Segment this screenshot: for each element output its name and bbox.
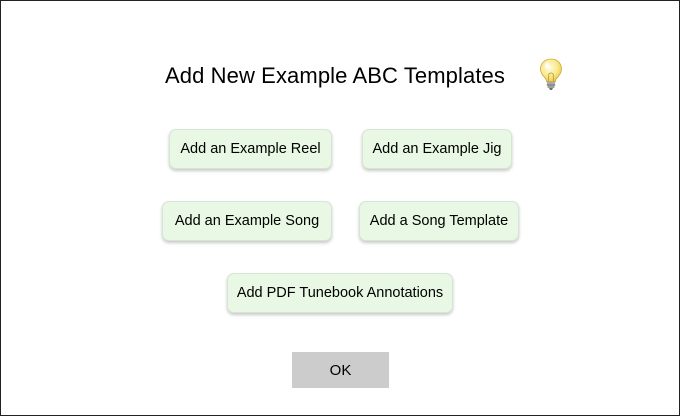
add-song-template-button[interactable]: Add a Song Template bbox=[359, 201, 519, 241]
dialog-title: Add New Example ABC Templates bbox=[165, 63, 505, 88]
lightbulb-icon[interactable] bbox=[537, 57, 565, 91]
add-pdf-annotations-button[interactable]: Add PDF Tunebook Annotations bbox=[227, 273, 453, 313]
add-example-song-button[interactable]: Add an Example Song bbox=[162, 201, 332, 241]
title-row: Add New Example ABC Templates bbox=[1, 57, 680, 97]
ok-button[interactable]: OK bbox=[292, 352, 389, 388]
templates-dialog: Add New Example ABC Templates Add an Exa… bbox=[0, 0, 680, 416]
add-example-reel-button[interactable]: Add an Example Reel bbox=[169, 129, 332, 169]
add-example-jig-button[interactable]: Add an Example Jig bbox=[362, 129, 512, 169]
